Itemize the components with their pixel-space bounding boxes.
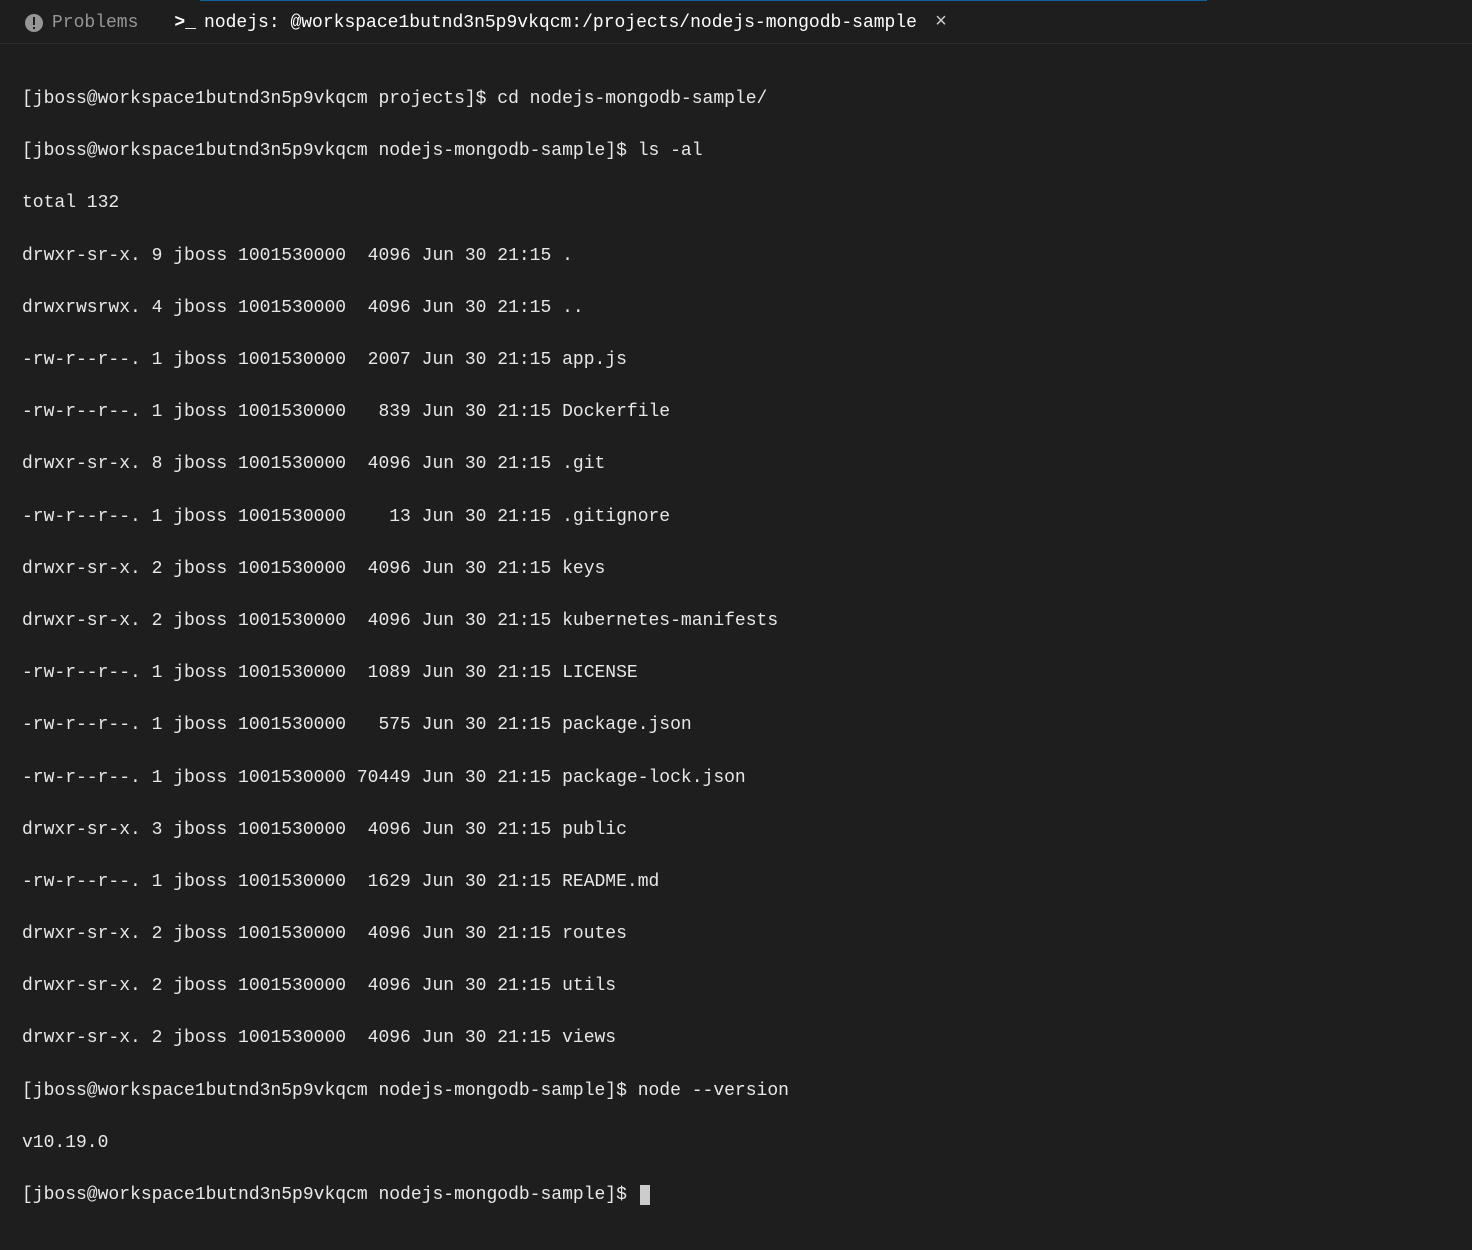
terminal-line: [jboss@workspace1butnd3n5p9vkqcm nodejs-… (22, 138, 1450, 164)
close-icon[interactable]: × (929, 9, 953, 36)
tab-problems-label: Problems (52, 13, 138, 33)
warning-icon (24, 13, 44, 33)
terminal-line: drwxr-sr-x. 8 jboss 1001530000 4096 Jun … (22, 451, 1450, 477)
terminal-cursor (640, 1185, 650, 1205)
terminal-line: drwxr-sr-x. 2 jboss 1001530000 4096 Jun … (22, 556, 1450, 582)
terminal-line: -rw-r--r--. 1 jboss 1001530000 13 Jun 30… (22, 504, 1450, 530)
terminal-line: [jboss@workspace1butnd3n5p9vkqcm nodejs-… (22, 1182, 1450, 1208)
tab-problems[interactable]: Problems (8, 2, 154, 43)
terminal-line: v10.19.0 (22, 1130, 1450, 1156)
terminal-line: -rw-r--r--. 1 jboss 1001530000 1629 Jun … (22, 869, 1450, 895)
terminal-line: -rw-r--r--. 1 jboss 1001530000 2007 Jun … (22, 347, 1450, 373)
terminal-output[interactable]: [jboss@workspace1butnd3n5p9vkqcm project… (0, 44, 1472, 1250)
terminal-line: drwxr-sr-x. 3 jboss 1001530000 4096 Jun … (22, 817, 1450, 843)
tab-bar: Problems >_ nodejs: @workspace1butnd3n5p… (0, 2, 1472, 44)
terminal-line: drwxr-sr-x. 2 jboss 1001530000 4096 Jun … (22, 608, 1450, 634)
terminal-line: -rw-r--r--. 1 jboss 1001530000 70449 Jun… (22, 765, 1450, 791)
terminal-line: [jboss@workspace1butnd3n5p9vkqcm nodejs-… (22, 1078, 1450, 1104)
tab-terminal-label: nodejs: @workspace1butnd3n5p9vkqcm:/proj… (204, 13, 917, 33)
terminal-line: drwxr-sr-x. 2 jboss 1001530000 4096 Jun … (22, 921, 1450, 947)
terminal-line: -rw-r--r--. 1 jboss 1001530000 1089 Jun … (22, 660, 1450, 686)
terminal-line: [jboss@workspace1butnd3n5p9vkqcm project… (22, 86, 1450, 112)
top-accent-border (0, 0, 1472, 2)
terminal-line: drwxrwsrwx. 4 jboss 1001530000 4096 Jun … (22, 295, 1450, 321)
terminal-line: -rw-r--r--. 1 jboss 1001530000 575 Jun 3… (22, 712, 1450, 738)
terminal-line: drwxr-sr-x. 2 jboss 1001530000 4096 Jun … (22, 973, 1450, 999)
terminal-icon: >_ (174, 13, 196, 33)
terminal-line: -rw-r--r--. 1 jboss 1001530000 839 Jun 3… (22, 399, 1450, 425)
terminal-line: drwxr-sr-x. 2 jboss 1001530000 4096 Jun … (22, 1025, 1450, 1051)
terminal-line: total 132 (22, 190, 1450, 216)
terminal-line: drwxr-sr-x. 9 jboss 1001530000 4096 Jun … (22, 243, 1450, 269)
tab-terminal[interactable]: >_ nodejs: @workspace1butnd3n5p9vkqcm:/p… (158, 2, 969, 43)
